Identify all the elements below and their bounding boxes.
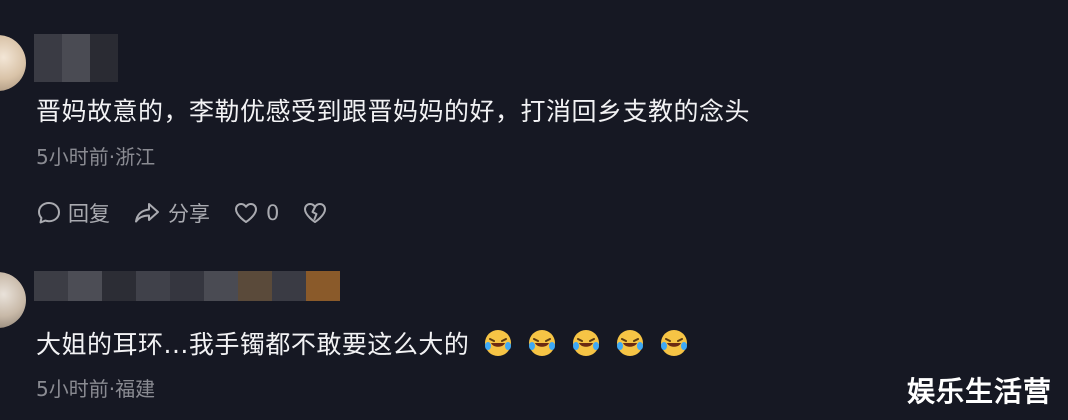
comment-meta: 5小时前·浙江 xyxy=(36,145,156,169)
comment-meta: 5小时前·福建 xyxy=(36,377,156,401)
chat-bubble-icon xyxy=(36,200,62,226)
share-arrow-icon xyxy=(132,200,162,226)
like-count: 0 xyxy=(266,201,280,225)
dislike-button[interactable] xyxy=(301,200,329,226)
rofl-emoji-icon xyxy=(615,328,645,358)
comment-text-body: 大姐的耳环...我手镯都不敢要这么大的 xyxy=(36,330,470,359)
heart-icon xyxy=(232,200,260,226)
rofl-emoji-icon xyxy=(483,328,513,358)
blurred-username xyxy=(34,271,340,301)
user-avatar[interactable] xyxy=(0,272,26,328)
share-label: 分享 xyxy=(168,202,210,226)
watermark: 娱乐生活营 xyxy=(906,375,1052,408)
comment-text: 晋妈故意的，李勒优感受到跟晋妈妈的好，打消回乡支教的念头 xyxy=(36,97,751,126)
rofl-emoji-icon xyxy=(527,328,557,358)
reply-button[interactable]: 回复 xyxy=(36,198,110,228)
user-avatar[interactable] xyxy=(0,35,26,91)
blurred-username xyxy=(34,34,118,82)
reply-label: 回复 xyxy=(68,202,110,226)
comment-text: 大姐的耳环...我手镯都不敢要这么大的 xyxy=(36,325,689,361)
comment-actions: 回复 分享 0 xyxy=(36,198,351,228)
rofl-emoji-icon xyxy=(571,328,601,358)
rofl-emoji-icon xyxy=(659,328,689,358)
like-button[interactable]: 0 xyxy=(232,200,279,226)
broken-heart-icon xyxy=(301,200,329,226)
share-button[interactable]: 分享 xyxy=(132,198,210,228)
